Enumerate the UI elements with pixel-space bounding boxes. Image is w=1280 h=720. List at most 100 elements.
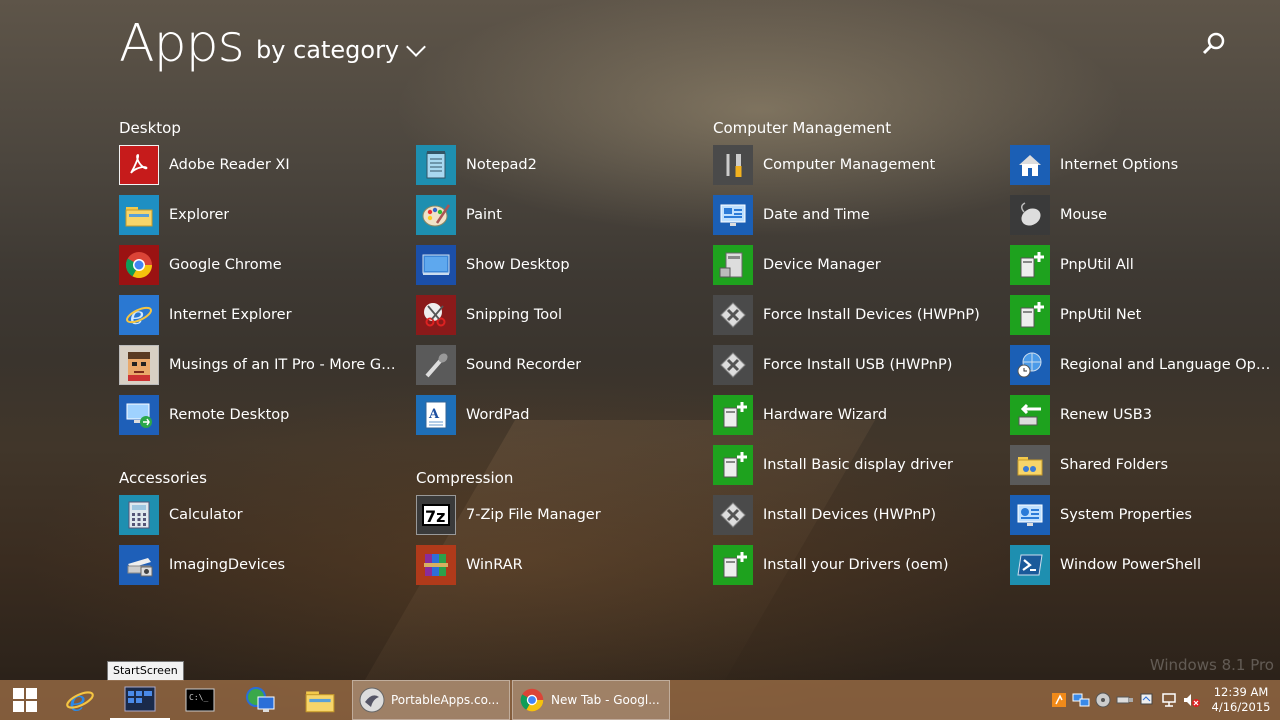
app-label: Date and Time — [763, 207, 870, 223]
app-system-properties[interactable]: System Properties — [1010, 495, 1272, 535]
app-paint[interactable]: Paint — [416, 195, 706, 235]
app-label: Regional and Language Options — [1060, 357, 1272, 373]
app-label: Notepad2 — [466, 157, 537, 173]
device-manager-icon — [713, 245, 753, 285]
app-remote-desktop[interactable]: Remote Desktop — [119, 395, 409, 435]
app-wordpad[interactable]: A WordPad — [416, 395, 706, 435]
taskbar-start-screen[interactable] — [110, 680, 170, 720]
scanner-icon — [119, 545, 159, 585]
app-internet-explorer[interactable]: e Internet Explorer — [119, 295, 409, 335]
app-label: Paint — [466, 207, 502, 223]
app-7zip[interactable]: 7z 7-Zip File Manager — [416, 495, 706, 535]
app-label: Install your Drivers (oem) — [763, 557, 949, 573]
system-properties-icon — [1010, 495, 1050, 535]
app-label: Adobe Reader XI — [169, 157, 290, 173]
tray-app-icon[interactable] — [1048, 680, 1070, 720]
tray-usb[interactable] — [1114, 680, 1136, 720]
search-button[interactable] — [1200, 30, 1228, 58]
svg-text:C:\_: C:\_ — [189, 693, 208, 702]
hwpnp-icon — [713, 295, 753, 335]
app-imaging-devices[interactable]: ImagingDevices — [119, 545, 409, 585]
scissors-icon — [416, 295, 456, 335]
app-date-and-time[interactable]: Date and Time — [713, 195, 1003, 235]
sort-by-label: by category — [256, 36, 400, 64]
app-snipping-tool[interactable]: Snipping Tool — [416, 295, 706, 335]
taskbar-network[interactable] — [230, 680, 290, 720]
app-force-install-usb[interactable]: Force Install USB (HWPnP) — [713, 345, 1003, 385]
app-explorer[interactable]: Explorer — [119, 195, 409, 235]
taskbar-command-prompt[interactable]: C:\_ — [170, 680, 230, 720]
sort-by-dropdown[interactable]: by category — [256, 36, 427, 64]
taskbar-file-explorer[interactable] — [290, 680, 350, 720]
app-label: Renew USB3 — [1060, 407, 1152, 423]
house-icon — [1010, 145, 1050, 185]
app-label: Google Chrome — [169, 257, 282, 273]
app-force-install-devices[interactable]: Force Install Devices (HWPnP) — [713, 295, 1003, 335]
start-button[interactable] — [0, 680, 50, 720]
usb-refresh-icon — [1010, 395, 1050, 435]
app-label: Computer Management — [763, 157, 936, 173]
group-header-computer-management: Computer Management — [713, 119, 892, 137]
app-label: Internet Options — [1060, 157, 1179, 173]
app-pnputil-net[interactable]: PnpUtil Net — [1010, 295, 1272, 335]
tools-icon — [713, 145, 753, 185]
tray-network[interactable] — [1158, 680, 1180, 720]
svg-text:e: e — [69, 685, 85, 716]
app-label: Device Manager — [763, 257, 881, 273]
app-shared-folders[interactable]: Shared Folders — [1010, 445, 1272, 485]
tray-volume[interactable] — [1180, 680, 1202, 720]
volume-muted-icon — [1184, 694, 1200, 707]
add-hardware-icon — [713, 445, 753, 485]
app-device-manager[interactable]: Device Manager — [713, 245, 1003, 285]
app-hardware-wizard[interactable]: Hardware Wizard — [713, 395, 1003, 435]
microphone-icon — [416, 345, 456, 385]
app-show-desktop[interactable]: Show Desktop — [416, 245, 706, 285]
app-label: Snipping Tool — [466, 307, 563, 323]
app-label: Internet Explorer — [169, 307, 292, 323]
app-label: Hardware Wizard — [763, 407, 888, 423]
app-mouse[interactable]: Mouse — [1010, 195, 1272, 235]
network-share-icon — [1072, 693, 1090, 707]
winrar-books-icon — [416, 545, 456, 585]
tray-action-center[interactable] — [1136, 680, 1158, 720]
usb-icon — [1116, 696, 1133, 704]
tray-eject[interactable] — [1092, 680, 1114, 720]
app-musings-it-pro[interactable]: Musings of an IT Pro - More Gan... — [119, 345, 409, 385]
tray-network-share[interactable] — [1070, 680, 1092, 720]
shared-folder-icon — [1010, 445, 1050, 485]
taskbar-task-portableapps[interactable]: PortableApps.co... — [352, 680, 510, 720]
app-label: PnpUtil All — [1060, 257, 1134, 273]
app-google-chrome[interactable]: Google Chrome — [119, 245, 409, 285]
app-renew-usb3[interactable]: Renew USB3 — [1010, 395, 1272, 435]
app-notepad2[interactable]: Notepad2 — [416, 145, 706, 185]
app-install-basic-display-driver[interactable]: Install Basic display driver — [713, 445, 1003, 485]
app-install-devices[interactable]: Install Devices (HWPnP) — [713, 495, 1003, 535]
svg-text:A: A — [428, 407, 440, 422]
app-label: System Properties — [1060, 507, 1192, 523]
disk-icon — [1095, 692, 1111, 708]
app-regional-language-options[interactable]: Regional and Language Options — [1010, 345, 1272, 385]
folder-icon — [305, 691, 335, 713]
app-install-your-drivers[interactable]: Install your Drivers (oem) — [713, 545, 1003, 585]
taskbar-internet-explorer[interactable]: e — [50, 680, 110, 720]
show-desktop-icon — [416, 245, 456, 285]
app-calculator[interactable]: Calculator — [119, 495, 409, 535]
app-windows-powershell[interactable]: Window PowerShell — [1010, 545, 1272, 585]
app-label: Remote Desktop — [169, 407, 290, 423]
taskbar-clock[interactable]: 12:39 AM 4/16/2015 — [1202, 685, 1280, 715]
group-header-accessories: Accessories — [119, 469, 207, 487]
powershell-icon — [1010, 545, 1050, 585]
app-internet-options[interactable]: Internet Options — [1010, 145, 1272, 185]
add-hardware-icon — [713, 545, 753, 585]
windows-logo-icon — [13, 688, 37, 712]
app-winrar[interactable]: WinRAR — [416, 545, 706, 585]
app-label: Show Desktop — [466, 257, 570, 273]
wordpad-icon: A — [416, 395, 456, 435]
app-adobe-reader[interactable]: Adobe Reader XI — [119, 145, 409, 185]
taskbar-task-chrome[interactable]: New Tab - Googl... — [512, 680, 670, 720]
start-screen-icon — [124, 686, 156, 712]
app-pnputil-all[interactable]: PnpUtil All — [1010, 245, 1272, 285]
app-sound-recorder[interactable]: Sound Recorder — [416, 345, 706, 385]
app-computer-management[interactable]: Computer Management — [713, 145, 1003, 185]
app-label: 7-Zip File Manager — [466, 507, 601, 523]
